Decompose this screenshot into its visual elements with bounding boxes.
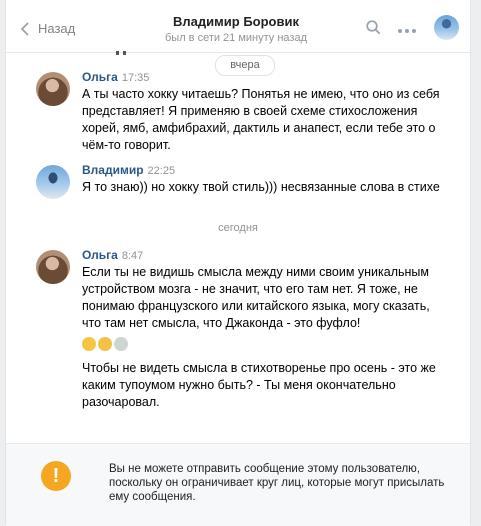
avatar[interactable] <box>36 165 70 199</box>
chat-title: Владимир Боровик <box>173 14 299 29</box>
sender-name[interactable]: Владимир 22:25 <box>82 163 175 177</box>
cannot-message-notice: ! Вы не можете отправить сообщение этому… <box>6 443 470 526</box>
chevron-left-icon <box>20 22 29 36</box>
message-time: 17:35 <box>121 72 150 84</box>
dot-icon <box>398 29 402 33</box>
avatar[interactable] <box>36 250 70 284</box>
date-divider-today: сегодня <box>218 222 258 234</box>
message-text: Чтобы не видеть смысла в стихотворенье п… <box>82 361 436 409</box>
date-divider-yesterday: вчера <box>215 55 275 76</box>
message-time: 22:25 <box>147 165 176 177</box>
message-text: А ты часто хокку читаешь? Понятья не име… <box>82 87 440 152</box>
chat-header: Назад Владимир Боровик был в сети 21 мин… <box>6 0 470 55</box>
message-time: 8:47 <box>121 250 144 262</box>
sender-name[interactable]: Ольга 8:47 <box>82 248 143 262</box>
rolling-laughing-emoji <box>82 336 96 351</box>
more-options-button[interactable] <box>398 20 419 38</box>
search-button[interactable] <box>366 20 381 40</box>
exclamation-icon: ! <box>41 461 71 491</box>
message-text: Я то знаю)) но хокку твой стиль))) несвя… <box>82 180 440 194</box>
dot-icon <box>405 29 409 33</box>
sender-name[interactable]: Ольга 17:35 <box>82 70 149 84</box>
clipped-text-fragment <box>116 42 136 55</box>
chat-panel: Назад Владимир Боровик был в сети 21 мин… <box>5 0 471 526</box>
avatar[interactable] <box>36 72 70 106</box>
notice-text: Вы не можете отправить сообщение этому п… <box>109 463 445 503</box>
header-avatar[interactable] <box>434 15 459 40</box>
online-status: был в сети 21 минуту назад <box>164 32 307 44</box>
dot-icon <box>412 29 416 33</box>
emoji-row <box>82 334 130 351</box>
sleeping-emoji <box>98 336 112 351</box>
search-icon <box>366 20 381 35</box>
back-label: Назад <box>38 21 76 36</box>
message-text: Если ты не видишь смысла между ними свои… <box>82 265 430 330</box>
chat-title-block[interactable]: Владимир Боровик был в сети 21 минуту на… <box>156 14 316 44</box>
alien-emoji <box>114 336 128 351</box>
